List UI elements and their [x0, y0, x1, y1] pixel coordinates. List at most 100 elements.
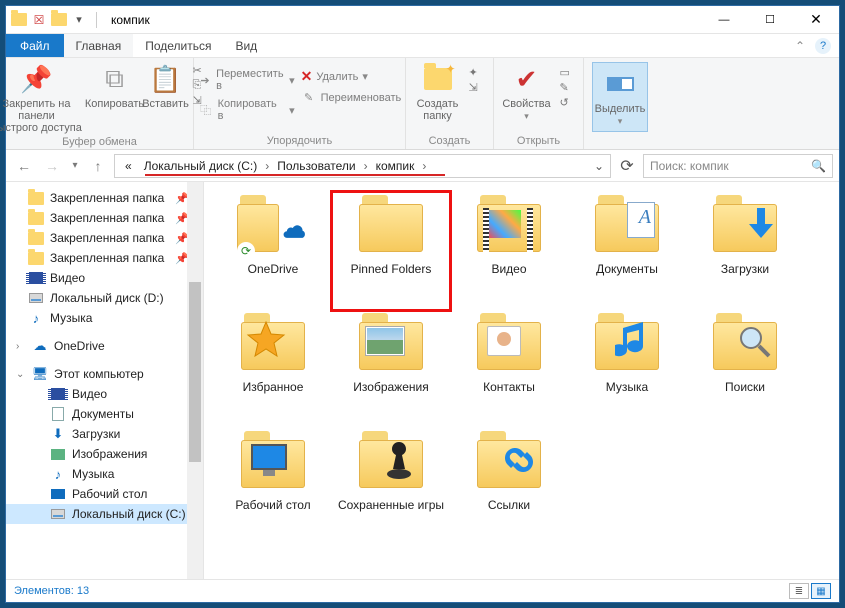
icons-view-button[interactable]: ▦: [811, 583, 831, 599]
item-label: Сохраненные игры: [338, 498, 444, 512]
qat-dropdown[interactable]: ▾: [70, 9, 88, 31]
up-button[interactable]: ↑: [86, 154, 110, 178]
tree-item-thispc[interactable]: ⌄🖥Этот компьютер: [6, 364, 203, 384]
collapse-icon[interactable]: ⌄: [16, 369, 26, 380]
tree-item-desktop[interactable]: Рабочий стол: [6, 484, 203, 504]
tree-item-pinned[interactable]: Закрепленная папка📌: [6, 228, 203, 248]
move-to-button[interactable]: ➔Переместить в ▾: [198, 68, 295, 92]
tree-scrollbar[interactable]: [187, 182, 203, 579]
copy-button[interactable]: ⧉ Копировать: [91, 62, 139, 110]
search-placeholder: Поиск: компик: [650, 159, 729, 173]
desktop-icon: [50, 486, 66, 502]
new-item-icon[interactable]: ✦: [469, 66, 487, 79]
search-input[interactable]: Поиск: компик 🔍: [643, 154, 833, 178]
folder-icon: [473, 198, 545, 258]
image-icon: [50, 446, 66, 462]
paste-icon: 📋: [149, 62, 181, 96]
help-icon[interactable]: ?: [815, 38, 831, 54]
window-title: компик: [111, 13, 150, 27]
copy-to-button[interactable]: ⿻Копировать в ▾: [198, 98, 295, 122]
select-button[interactable]: Выделить ▾: [592, 62, 648, 132]
tab-home[interactable]: Главная: [64, 34, 134, 57]
edit-icon[interactable]: ✎: [560, 81, 578, 94]
copy-icon: ⧉: [105, 62, 124, 96]
back-button[interactable]: ←: [12, 154, 36, 178]
address-bar[interactable]: « Локальный диск (C:) › Пользователи › к…: [114, 154, 611, 178]
tab-share[interactable]: Поделиться: [133, 34, 223, 57]
folder-item[interactable]: Избранное: [214, 310, 332, 428]
nav-tree[interactable]: Закрепленная папка📌 Закрепленная папка📌 …: [6, 182, 204, 579]
tree-item-music[interactable]: ♪Музыка: [6, 308, 203, 328]
forward-button[interactable]: →: [40, 154, 64, 178]
item-label: OneDrive: [248, 262, 299, 276]
easy-access-icon[interactable]: ⇲: [469, 81, 487, 94]
folder-icon: [709, 316, 781, 376]
video-icon: [28, 270, 44, 286]
tree-item-video[interactable]: Видео: [6, 268, 203, 288]
item-label: Музыка: [606, 380, 648, 394]
folder-item[interactable]: Музыка: [568, 310, 686, 428]
tab-view[interactable]: Вид: [223, 34, 269, 57]
tree-item-disk-c[interactable]: Локальный диск (C:): [6, 504, 203, 524]
tree-item-downloads[interactable]: ⬇Загрузки: [6, 424, 203, 444]
group-label: Открыть: [517, 133, 560, 149]
minimize-button[interactable]: —: [701, 6, 747, 34]
folder-item[interactable]: Видео: [450, 192, 568, 310]
item-label: Контакты: [483, 380, 535, 394]
group-label: Создать: [429, 133, 471, 149]
folder-item[interactable]: Ссылки: [450, 428, 568, 546]
tree-item-video[interactable]: Видео: [6, 384, 203, 404]
delete-button[interactable]: ✕Удалить ▾: [301, 68, 402, 85]
tree-item-pinned[interactable]: Закрепленная папка📌: [6, 208, 203, 228]
folder-item[interactable]: AДокументы: [568, 192, 686, 310]
tree-item-onedrive[interactable]: ›☁OneDrive: [6, 336, 203, 356]
maximize-button[interactable]: ☐: [747, 6, 793, 34]
tree-item-pinned[interactable]: Закрепленная папка📌: [6, 188, 203, 208]
refresh-button[interactable]: ⟳: [615, 154, 639, 178]
annotation-underline: [145, 174, 445, 176]
tree-item-docs[interactable]: Документы: [6, 404, 203, 424]
item-label: Рабочий стол: [235, 498, 310, 512]
file-menu[interactable]: Файл: [6, 34, 64, 57]
rename-button[interactable]: ✎Переименовать: [301, 91, 402, 104]
folder-icon: [473, 434, 545, 494]
new-folder-icon: [424, 62, 452, 96]
folder-item[interactable]: Изображения: [332, 310, 450, 428]
tree-item-images[interactable]: Изображения: [6, 444, 203, 464]
music-icon: ♪: [28, 310, 44, 326]
address-dropdown[interactable]: ⌄: [588, 159, 610, 173]
folder-item[interactable]: Рабочий стол: [214, 428, 332, 546]
rename-icon: ✎: [301, 91, 317, 104]
new-folder-button[interactable]: Создать папку: [413, 62, 463, 122]
onedrive-icon: ☁: [32, 338, 48, 354]
expand-icon[interactable]: ›: [16, 341, 26, 352]
app-icon: [10, 9, 28, 31]
folder-item[interactable]: Pinned Folders: [332, 192, 450, 310]
collapse-ribbon-icon[interactable]: ⌃: [795, 39, 805, 53]
details-view-button[interactable]: ≣: [789, 583, 809, 599]
properties-button[interactable]: ✔ Свойства ▾: [500, 62, 554, 122]
close-button[interactable]: ✕: [793, 6, 839, 34]
paste-button[interactable]: 📋 Вставить: [145, 62, 187, 110]
pin-button[interactable]: 📌 Закрепить на панели быстрого доступа: [0, 62, 85, 134]
open-icon[interactable]: ▭: [560, 66, 578, 79]
item-label: Pinned Folders: [351, 262, 432, 276]
tree-item-pinned[interactable]: Закрепленная папка📌: [6, 248, 203, 268]
folder-item[interactable]: ⟳OneDrive: [214, 192, 332, 310]
items-grid: ⟳OneDrive Pinned Folders Видео AДокументыЗа…: [204, 182, 839, 556]
titlebar: ☒ ▾ компик — ☐ ✕: [6, 6, 839, 34]
folder-item[interactable]: Поиски: [686, 310, 804, 428]
group-label: Упорядочить: [267, 133, 332, 149]
folder-item[interactable]: Загрузки: [686, 192, 804, 310]
folder-item[interactable]: Контакты: [450, 310, 568, 428]
folder-item[interactable]: Сохраненные игры: [332, 428, 450, 546]
tree-item-music[interactable]: ♪Музыка: [6, 464, 203, 484]
history-icon[interactable]: ↺: [560, 96, 578, 109]
item-label: Видео: [491, 262, 526, 276]
recent-dropdown[interactable]: ▾: [68, 154, 82, 178]
qat-item[interactable]: [50, 9, 68, 31]
qat-item[interactable]: ☒: [30, 9, 48, 31]
tree-item-disk-d[interactable]: Локальный диск (D:): [6, 288, 203, 308]
content-pane[interactable]: ⟳OneDrive Pinned Folders Видео AДокументыЗа…: [204, 182, 839, 579]
quick-access-toolbar: ☒ ▾: [10, 9, 103, 31]
